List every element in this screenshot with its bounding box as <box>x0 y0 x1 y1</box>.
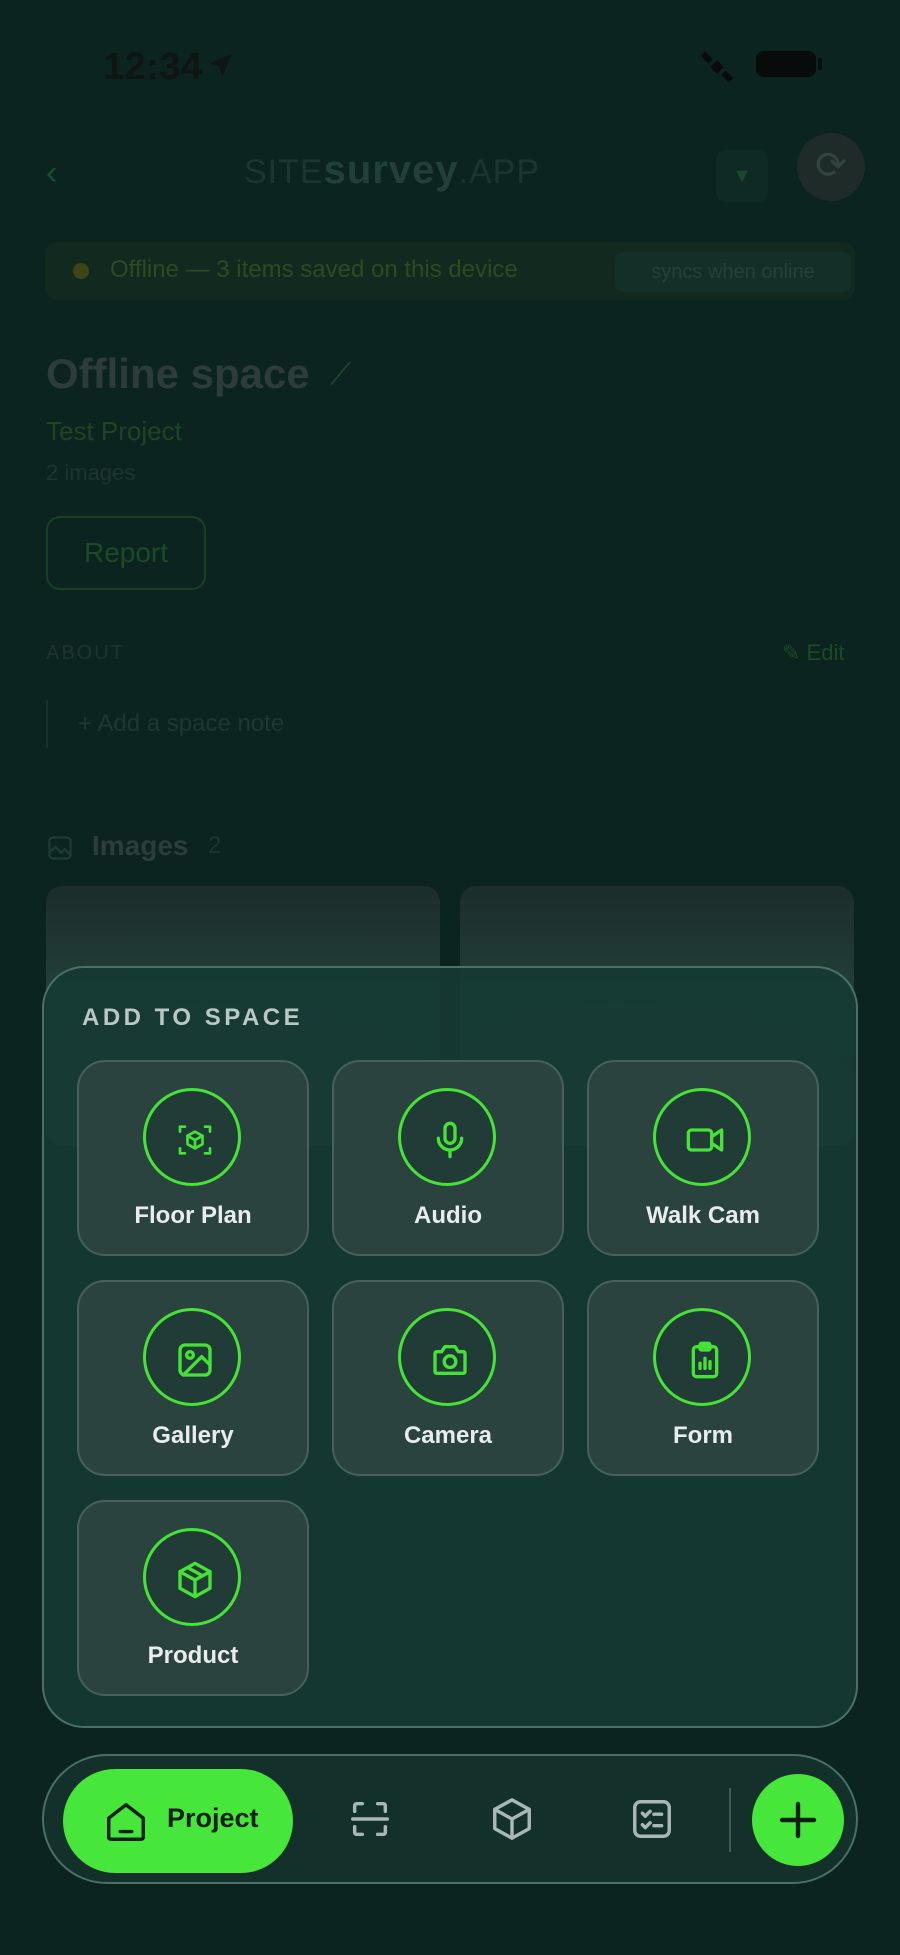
space-title: Offline space <box>46 350 310 397</box>
offline-status-dot <box>73 263 89 279</box>
tile-label: Floor Plan <box>134 1202 252 1229</box>
camera-button[interactable]: Camera <box>332 1280 564 1476</box>
box-icon[interactable] <box>489 1796 535 1842</box>
add-button[interactable] <box>752 1774 844 1866</box>
brand-logo: SITEsurvey.APP <box>244 148 541 192</box>
home-icon <box>107 1803 145 1841</box>
sheet-title: ADD TO SPACE <box>82 1004 304 1031</box>
box-icon <box>143 1528 241 1626</box>
tile-label: Audio <box>414 1202 482 1229</box>
tile-label: Gallery <box>152 1422 234 1449</box>
nav-project-button[interactable]: Project <box>63 1769 293 1873</box>
back-chevron-icon[interactable]: ‹ <box>46 154 57 193</box>
link-icon[interactable]: ⟋ <box>330 358 351 392</box>
images-count: 2 images <box>46 460 136 485</box>
about-label: ABOUT <box>46 642 125 664</box>
walk-cam-button[interactable]: Walk Cam <box>587 1060 819 1256</box>
microphone-icon <box>398 1088 496 1186</box>
report-button[interactable]: Report <box>46 516 206 590</box>
video-camera-icon <box>653 1088 751 1186</box>
offline-banner: Offline — 3 items saved on this device s… <box>45 242 855 300</box>
images-section-title: Images <box>92 830 189 861</box>
project-name-link[interactable]: Test Project <box>46 416 182 447</box>
battery-cap <box>818 58 822 70</box>
scan-icon[interactable] <box>347 1796 393 1842</box>
checklist-icon[interactable] <box>629 1796 675 1842</box>
bottom-navigation: Project <box>42 1754 858 1884</box>
status-time: 12:34 <box>103 46 203 88</box>
gallery-button[interactable]: Gallery <box>77 1280 309 1476</box>
app-header: ‹ SITEsurvey.APP ▼ ⟳ <box>0 130 900 210</box>
image-icon <box>48 836 72 860</box>
satellite-icon <box>700 51 734 83</box>
offline-sync-note[interactable]: syncs when online <box>615 252 851 292</box>
tile-label: Walk Cam <box>646 1202 760 1229</box>
camera-icon <box>398 1308 496 1406</box>
tile-label: Product <box>147 1642 239 1669</box>
sync-icon[interactable]: ⟳ <box>797 133 865 201</box>
about-edit-button[interactable]: ✎ Edit <box>782 640 844 666</box>
floor-plan-button[interactable]: Floor Plan <box>77 1060 309 1256</box>
tile-label: Camera <box>403 1422 493 1449</box>
product-button[interactable]: Product <box>77 1500 309 1696</box>
offline-text: Offline — 3 items saved on this device <box>110 256 518 283</box>
status-bar: 12:34 <box>0 40 900 90</box>
image-icon <box>143 1308 241 1406</box>
images-section-count: 2 <box>208 832 222 859</box>
nav-divider <box>729 1788 731 1852</box>
add-to-space-sheet: ADD TO SPACE Floor Plan Audio Walk Cam G… <box>42 966 858 1728</box>
location-arrow-icon <box>209 53 233 77</box>
audio-button[interactable]: Audio <box>332 1060 564 1256</box>
battery-icon <box>756 51 816 77</box>
plus-icon <box>779 1801 817 1839</box>
filter-dropdown-icon[interactable]: ▼ <box>716 150 768 202</box>
form-button[interactable]: Form <box>587 1280 819 1476</box>
add-space-note[interactable]: + Add a space note <box>46 700 284 748</box>
tile-label: Form <box>673 1422 733 1449</box>
clipboard-icon <box>653 1308 751 1406</box>
floor-plan-icon <box>143 1088 241 1186</box>
nav-project-label: Project <box>167 1803 259 1833</box>
